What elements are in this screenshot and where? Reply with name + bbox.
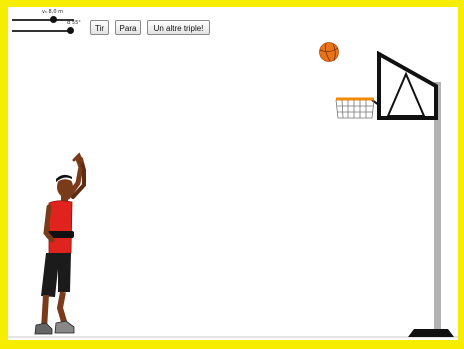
applet-canvas: v₀ 8,0 m α 55° Tir Para Un altre triple! (8, 7, 458, 340)
angle-slider[interactable]: α 55° (12, 20, 81, 37)
court-scene (8, 42, 458, 338)
player-shorts (41, 253, 71, 297)
speed-slider-label: v₀ 8,0 m (42, 9, 63, 15)
hoop-base (408, 329, 454, 337)
app-frame: v₀ 8,0 m α 55° Tir Para Un altre triple! (0, 0, 464, 349)
player (34, 152, 86, 335)
player-leg-right (56, 291, 68, 326)
basket-stand (335, 50, 454, 337)
angle-slider-track (12, 30, 72, 32)
angle-slider-label: α 55° (67, 20, 81, 26)
basketball (319, 42, 339, 62)
player-shoe-left (34, 322, 53, 335)
player-shoe-right (54, 320, 75, 334)
net (335, 99, 375, 119)
angle-slider-handle[interactable] (67, 27, 74, 34)
speed-slider-track (12, 19, 74, 21)
shoot-button[interactable]: Tir (90, 20, 109, 35)
backboard (377, 50, 438, 120)
another-triple-button[interactable]: Un altre triple! (147, 20, 210, 35)
player-jersey (48, 200, 73, 255)
stop-button[interactable]: Para (115, 20, 141, 35)
speed-slider-handle[interactable] (50, 16, 57, 23)
